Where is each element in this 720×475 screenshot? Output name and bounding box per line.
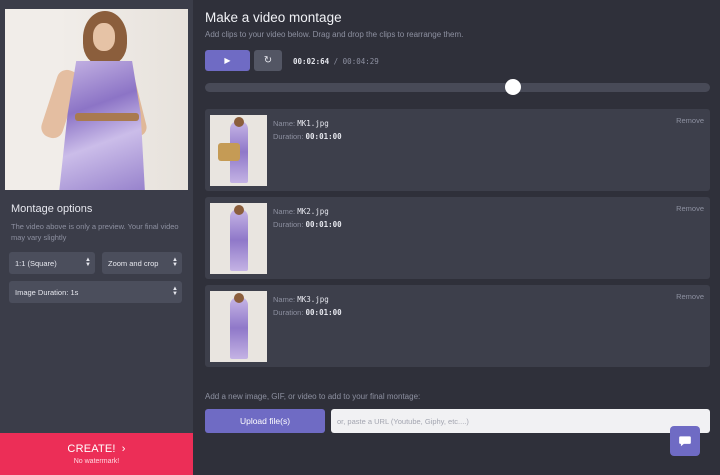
zoom-mode-select[interactable]: Zoom and crop ▲ ▼ — [102, 252, 182, 274]
add-media-label: Add a new image, GIF, or video to add to… — [205, 392, 421, 401]
chat-button[interactable] — [670, 426, 700, 456]
remove-clip-button[interactable]: Remove — [676, 292, 704, 301]
clip-duration-label: Duration: — [273, 220, 304, 229]
montage-options-title: Montage options — [11, 203, 93, 215]
chevron-right-icon: › — [121, 443, 126, 455]
create-subtext: No watermark! — [73, 458, 120, 465]
clip-item[interactable]: Name: MK1.jpg Duration: 00:01:00 Remove — [205, 109, 710, 191]
clip-duration-label: Duration: — [273, 132, 304, 141]
clip-item[interactable]: Name: MK2.jpg Duration: 00:01:00 Remove — [205, 197, 710, 279]
select-arrows-icon: ▲ ▼ — [85, 257, 91, 268]
seek-bar[interactable] — [205, 83, 710, 92]
aspect-ratio-select[interactable]: 1:1 (Square) ▲ ▼ — [9, 252, 95, 274]
chat-icon — [679, 436, 691, 447]
select-arrows-icon: ▲ ▼ — [172, 286, 178, 297]
current-time: 00:02:64 — [293, 57, 330, 66]
clip-thumbnail — [210, 203, 267, 274]
preview-note: The video above is only a preview. Your … — [11, 222, 179, 242]
clip-duration: 00:01:00 — [305, 220, 342, 229]
preview-image — [5, 9, 188, 190]
create-label: CREATE! — [67, 443, 116, 455]
clip-duration: 00:01:00 — [305, 132, 342, 141]
aspect-ratio-value: 1:1 (Square) — [15, 258, 57, 268]
clip-thumbnail — [210, 291, 267, 362]
image-duration-value: Image Duration: 1s — [15, 287, 79, 297]
clip-name: MK1.jpg — [297, 119, 329, 128]
reset-icon: ↻ — [263, 55, 273, 66]
clip-duration-label: Duration: — [273, 308, 304, 317]
image-duration-select[interactable]: Image Duration: 1s ▲ ▼ — [9, 281, 182, 303]
clip-name: MK2.jpg — [297, 207, 329, 216]
select-arrows-icon: ▲ ▼ — [172, 257, 178, 268]
clip-name-label: Name: — [273, 119, 296, 128]
clip-item[interactable]: Name: MK3.jpg Duration: 00:01:00 Remove — [205, 285, 710, 367]
upload-files-button[interactable]: Upload file(s) — [205, 409, 325, 433]
clip-thumbnail — [210, 115, 267, 186]
clip-name: MK3.jpg — [297, 295, 329, 304]
time-separator: / — [333, 57, 339, 66]
play-icon: ▶ — [224, 56, 231, 65]
clip-duration: 00:01:00 — [305, 308, 342, 317]
play-button[interactable]: ▶ — [205, 50, 250, 71]
sidebar: Montage options The video above is only … — [0, 0, 193, 475]
clip-name-label: Name: — [273, 295, 296, 304]
url-input[interactable] — [331, 409, 710, 433]
clip-name-label: Name: — [273, 207, 296, 216]
time-readout: 00:02:64 / 00:04:29 — [293, 57, 379, 66]
video-preview[interactable] — [5, 9, 188, 190]
zoom-mode-value: Zoom and crop — [108, 258, 159, 268]
page-subtitle: Add clips to your video below. Drag and … — [205, 30, 464, 39]
remove-clip-button[interactable]: Remove — [676, 204, 704, 213]
total-time: 00:04:29 — [342, 57, 379, 66]
create-button[interactable]: CREATE! › No watermark! — [0, 433, 193, 475]
restart-button[interactable]: ↻ — [254, 50, 282, 71]
remove-clip-button[interactable]: Remove — [676, 116, 704, 125]
seek-handle[interactable] — [505, 79, 522, 95]
page-title: Make a video montage — [205, 10, 342, 25]
